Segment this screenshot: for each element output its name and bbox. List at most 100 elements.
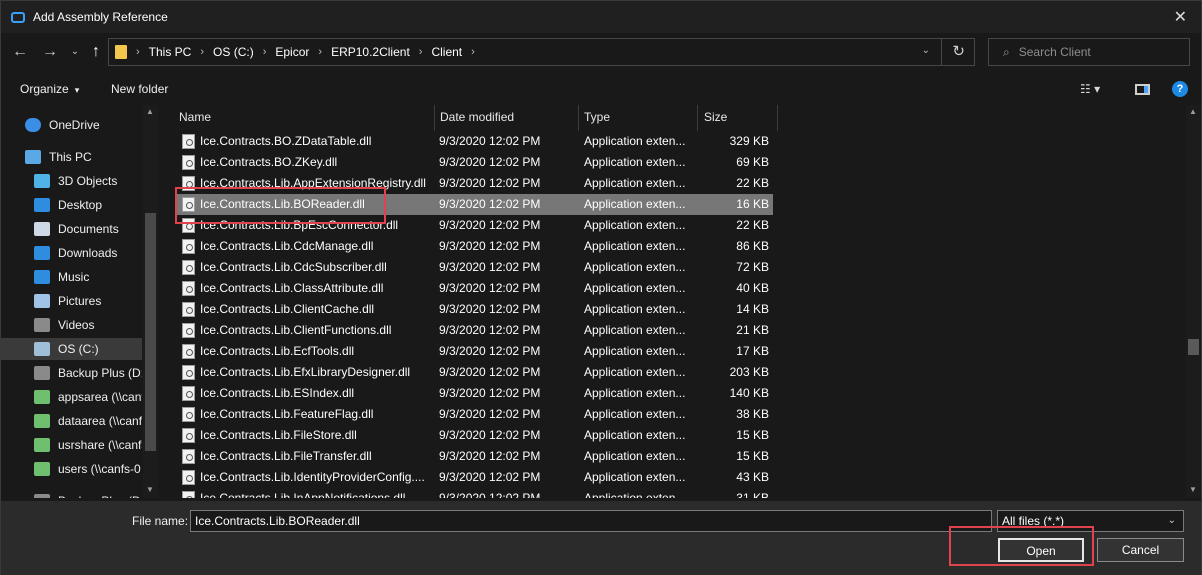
breadcrumb-epicor[interactable]: Epicor (275, 45, 309, 59)
sidebar-item[interactable]: usrshare (\\canfs (1, 434, 142, 456)
sidebar-item[interactable]: OS (C:) (1, 338, 142, 360)
sidebar-item[interactable]: dataarea (\\canf (1, 410, 142, 432)
type-cell: Application exten... (584, 281, 686, 295)
external-drive-icon (34, 494, 50, 498)
file-row[interactable]: Ice.Contracts.Lib.ClientCache.dll 9/3/202… (177, 299, 773, 320)
file-row[interactable]: Ice.Contracts.Lib.FileStore.dll 9/3/2020 … (177, 425, 773, 446)
up-arrow-icon[interactable]: ↑ (86, 42, 106, 62)
type-cell: Application exten... (584, 386, 686, 400)
sidebar-item[interactable]: Desktop (1, 194, 142, 216)
sidebar-item-label: Backup Plus (D:) (58, 494, 142, 498)
date-modified-cell: 9/3/2020 12:02 PM (439, 302, 541, 316)
breadcrumb-separator[interactable]: › (200, 46, 204, 58)
file-name-cell: Ice.Contracts.Lib.EcfTools.dll (200, 344, 355, 358)
help-icon[interactable]: ? (1172, 81, 1188, 97)
sidebar-item[interactable]: Music (1, 266, 142, 288)
sidebar-item[interactable]: Pictures (1, 290, 142, 312)
sidebar-item[interactable]: Backup Plus (D:) (1, 490, 142, 498)
sidebar-item[interactable]: OneDrive (1, 114, 142, 136)
scroll-down-icon[interactable]: ▼ (146, 485, 154, 494)
column-header-type[interactable]: Type (579, 105, 698, 131)
file-row[interactable]: Ice.Contracts.Lib.ESIndex.dll 9/3/2020 12… (177, 383, 773, 404)
size-cell: 31 KB (736, 491, 769, 498)
dll-file-icon (182, 344, 195, 359)
type-cell: Application exten... (584, 449, 686, 463)
file-name-cell: Ice.Contracts.Lib.InAppNotifications.dll (200, 491, 406, 498)
scroll-up-icon[interactable]: ▲ (146, 107, 154, 116)
file-row[interactable]: Ice.Contracts.BO.ZDataTable.dll 9/3/2020 … (177, 131, 773, 152)
date-modified-cell: 9/3/2020 12:02 PM (439, 323, 541, 337)
forward-arrow-icon[interactable]: → (40, 42, 60, 62)
breadcrumb-separator: › (136, 46, 140, 58)
scroll-up-icon[interactable]: ▲ (1189, 107, 1197, 116)
size-cell: 140 KB (729, 386, 769, 400)
breadcrumb-separator[interactable]: › (471, 46, 475, 58)
file-list-scrollbar[interactable]: ▲ ▼ (1186, 105, 1201, 498)
breadcrumb-os-c[interactable]: OS (C:) (213, 45, 254, 59)
breadcrumb-separator[interactable]: › (318, 46, 322, 58)
file-row[interactable]: Ice.Contracts.Lib.InAppNotifications.dll… (177, 488, 773, 498)
scrollbar-thumb[interactable] (145, 213, 156, 451)
close-icon[interactable]: ✕ (1174, 7, 1187, 27)
scroll-down-icon[interactable]: ▼ (1189, 485, 1197, 494)
scrollbar-thumb[interactable] (1188, 339, 1199, 355)
file-row[interactable]: Ice.Contracts.Lib.EcfTools.dll 9/3/2020 1… (177, 341, 773, 362)
sidebar-item[interactable]: users (\\canfs-0 (1, 458, 142, 480)
file-name-cell: Ice.Contracts.Lib.ClientCache.dll (200, 302, 375, 316)
new-folder-button[interactable]: New folder (111, 82, 168, 96)
sidebar-item[interactable]: Backup Plus (D:) (1, 362, 142, 384)
sidebar-item[interactable]: appsarea (\\canf (1, 386, 142, 408)
column-header-name[interactable]: Name (169, 105, 435, 131)
recent-locations-chevron-icon[interactable]: ⌄ (65, 42, 85, 62)
search-box[interactable]: ⌕ (988, 38, 1190, 66)
file-row[interactable]: Ice.Contracts.Lib.ClientFunctions.dll 9/3… (177, 320, 773, 341)
address-dropdown-chevron-icon[interactable]: ⌄ (922, 45, 930, 56)
size-cell: 22 KB (736, 176, 769, 190)
date-modified-cell: 9/3/2020 12:02 PM (439, 470, 541, 484)
cancel-button[interactable]: Cancel (1097, 538, 1184, 562)
breadcrumb-separator[interactable]: › (263, 46, 267, 58)
navigation-pane-scrollbar[interactable]: ▲ ▼ (143, 105, 158, 498)
file-row[interactable]: Ice.Contracts.Lib.EfxLibraryDesigner.dll… (177, 362, 773, 383)
sidebar-item-label: Videos (58, 318, 95, 332)
file-name-input[interactable] (190, 510, 992, 532)
back-arrow-icon[interactable]: ← (10, 42, 30, 62)
file-row[interactable]: Ice.Contracts.BO.ZKey.dll 9/3/2020 12:02 … (177, 152, 773, 173)
search-input[interactable] (1018, 45, 1169, 59)
refresh-icon[interactable]: ↻ (952, 42, 965, 60)
column-header-size[interactable]: Size (698, 105, 778, 131)
dll-file-icon (182, 365, 195, 380)
sidebar-item[interactable]: Videos (1, 314, 142, 336)
sidebar-item[interactable]: Downloads (1, 242, 142, 264)
sidebar-item-label: OS (C:) (58, 342, 99, 356)
file-row[interactable]: Ice.Contracts.Lib.FileTransfer.dll 9/3/20… (177, 446, 773, 467)
size-cell: 14 KB (736, 302, 769, 316)
computer-icon (25, 150, 41, 164)
preview-pane-icon[interactable] (1135, 84, 1150, 95)
breadcrumb-separator[interactable]: › (419, 46, 423, 58)
type-cell: Application exten... (584, 365, 686, 379)
sidebar-item[interactable]: 3D Objects (1, 170, 142, 192)
type-cell: Application exten... (584, 260, 686, 274)
sidebar-item[interactable]: This PC (1, 146, 142, 168)
type-cell: Application exten... (584, 218, 686, 232)
size-cell: 43 KB (736, 470, 769, 484)
column-header-date-modified[interactable]: Date modified (435, 105, 579, 131)
date-modified-cell: 9/3/2020 12:02 PM (439, 386, 541, 400)
file-row[interactable]: Ice.Contracts.Lib.ClassAttribute.dll 9/3/… (177, 278, 773, 299)
breadcrumb-erp102client[interactable]: ERP10.2Client (331, 45, 410, 59)
breadcrumb-this-pc[interactable]: This PC (149, 45, 192, 59)
network-drive-icon (34, 414, 50, 428)
network-drive-icon (34, 462, 50, 476)
network-drive-icon (34, 438, 50, 452)
change-view-icon[interactable]: ☷ ▾ (1080, 82, 1100, 96)
organize-button[interactable]: Organize ▾ (20, 82, 79, 96)
file-row[interactable]: Ice.Contracts.Lib.CdcSubscriber.dll 9/3/2… (177, 257, 773, 278)
file-row[interactable]: Ice.Contracts.Lib.FeatureFlag.dll 9/3/202… (177, 404, 773, 425)
breadcrumb-client[interactable]: Client (431, 45, 462, 59)
file-row[interactable]: Ice.Contracts.Lib.CdcManage.dll 9/3/2020 … (177, 236, 773, 257)
sidebar-item[interactable]: Documents (1, 218, 142, 240)
desktop-icon (34, 198, 50, 212)
address-bar[interactable]: › This PC › OS (C:) › Epicor › ERP10.2Cl… (108, 38, 975, 66)
file-row[interactable]: Ice.Contracts.Lib.IdentityProviderConfig… (177, 467, 773, 488)
